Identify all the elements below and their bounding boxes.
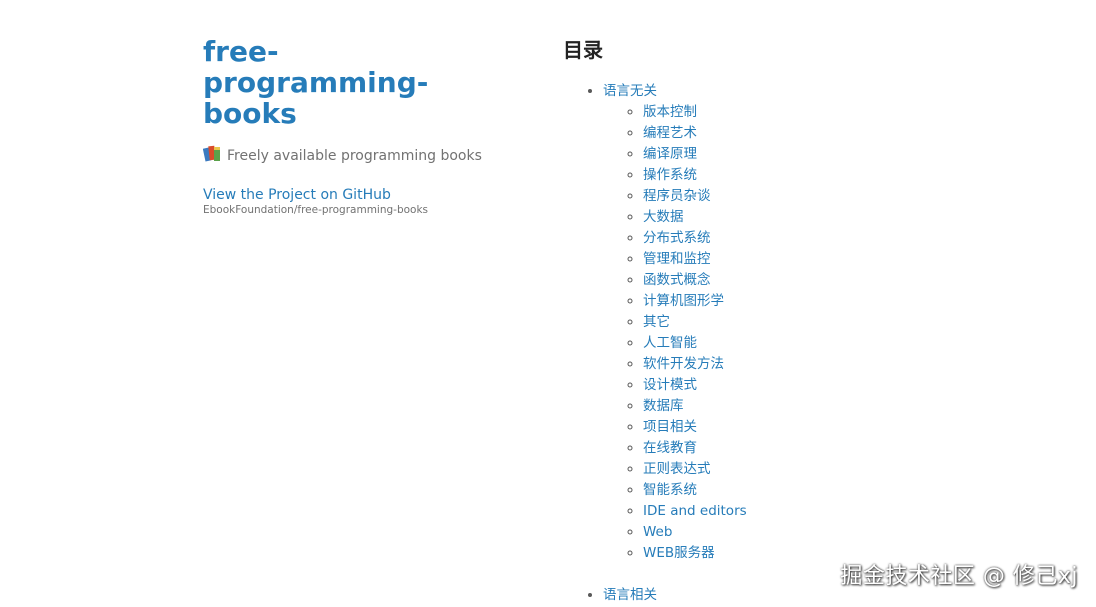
toc-sublink[interactable]: 设计模式 [643,377,697,393]
toc-subitem: 函数式概念 [643,270,1063,291]
toc-sublink[interactable]: 数据库 [643,398,684,414]
toc-sublink[interactable]: Web [643,524,672,540]
toc-subitem: 项目相关 [643,417,1063,438]
toc-sublink[interactable]: 智能系统 [643,482,697,498]
toc-subitem: 数据库 [643,396,1063,417]
toc-subitem: IDE and editors [643,501,1063,522]
toc-sublink[interactable]: 程序员杂谈 [643,188,711,204]
toc-sublink[interactable]: 在线教育 [643,440,697,456]
toc-sublink[interactable]: 管理和监控 [643,251,711,267]
toc-sublink[interactable]: 编程艺术 [643,125,697,141]
toc-sublink[interactable]: 正则表达式 [643,461,711,477]
toc-subitem: 软件开发方法 [643,354,1063,375]
site-title[interactable]: free-programming-books [203,36,433,129]
github-repo-name: EbookFoundation/free-programming-books [203,204,429,216]
toc-subitem: 操作系统 [643,165,1063,186]
page: free-programming-books Freely available … [0,0,1096,607]
tagline: Freely available programming books [203,145,503,165]
toc-subitem: 程序员杂谈 [643,186,1063,207]
toc-subitem: 编译原理 [643,144,1063,165]
toc-sublist: 版本控制 编程艺术 编译原理 操作系统 程序员杂谈 大数据 分布式系统 管理和监… [603,102,1063,564]
toc-sublink[interactable]: 分布式系统 [643,230,711,246]
toc-sublink[interactable]: 软件开发方法 [643,356,724,372]
toc-subitem: 人工智能 [643,333,1063,354]
toc-item-language-agnostic: 语言无关 版本控制 编程艺术 编译原理 操作系统 程序员杂谈 大数据 分布式系统… [603,81,1063,564]
toc-sublink[interactable]: 操作系统 [643,167,697,183]
toc-subitem: 智能系统 [643,480,1063,501]
toc-link[interactable]: 语言相关 [603,587,657,603]
site-header: free-programming-books Freely available … [203,36,503,217]
toc-sublink[interactable]: 人工智能 [643,335,697,351]
toc-subitem: 正则表达式 [643,459,1063,480]
main-content: 目录 语言无关 版本控制 编程艺术 编译原理 操作系统 程序员杂谈 大数据 分布… [563,36,1063,606]
toc-list: 语言无关 版本控制 编程艺术 编译原理 操作系统 程序员杂谈 大数据 分布式系统… [563,81,1063,606]
view-on-github-link[interactable]: View the Project on GitHub [203,187,503,203]
toc-sublink[interactable]: IDE and editors [643,503,747,519]
toc-subitem: 计算机图形学 [643,291,1063,312]
toc-sublink[interactable]: 项目相关 [643,419,697,435]
toc-sublink[interactable]: WEB服务器 [643,545,715,561]
toc-heading: 目录 [563,38,603,62]
toc-sublink[interactable]: 编译原理 [643,146,697,162]
toc-subitem: 在线教育 [643,438,1063,459]
toc-sublink[interactable]: 计算机图形学 [643,293,724,309]
toc-link[interactable]: 语言无关 [603,83,657,99]
toc-subitem: 管理和监控 [643,249,1063,270]
toc-subitem: 分布式系统 [643,228,1063,249]
watermark: 掘金技术社区 @ 修己xj [840,564,1078,589]
toc-subitem: 版本控制 [643,102,1063,123]
books-icon [203,145,220,162]
toc-sublink[interactable]: 函数式概念 [643,272,711,288]
toc-subitem: 大数据 [643,207,1063,228]
toc-sublink[interactable]: 大数据 [643,209,684,225]
tagline-text: Freely available programming books [227,148,482,164]
toc-subitem: 编程艺术 [643,123,1063,144]
toc-subitem: 设计模式 [643,375,1063,396]
toc-subitem: Web [643,522,1063,543]
toc-subitem: 其它 [643,312,1063,333]
toc-sublink[interactable]: 其它 [643,314,670,330]
toc-sublink[interactable]: 版本控制 [643,104,697,120]
